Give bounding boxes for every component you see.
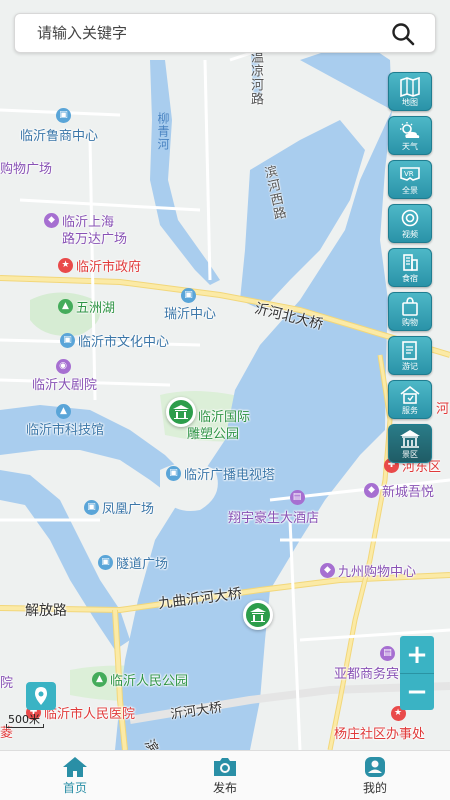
- video-icon: [401, 209, 419, 227]
- nav-mine-label: 我的: [362, 781, 387, 795]
- search-icon[interactable]: [391, 22, 415, 46]
- home-icon: [61, 755, 89, 779]
- tool-lodging[interactable]: 食宿: [388, 248, 432, 287]
- shopping-icon: ◆: [320, 563, 335, 578]
- poi-tv-tower[interactable]: ▣ 临沂广播电视塔: [166, 464, 275, 483]
- bottom-nav: 首页 发布 我的: [0, 750, 450, 800]
- poi-lushang-center[interactable]: ▣ 临沂鲁商中心: [20, 108, 98, 144]
- scenic-marker-jiuqu[interactable]: [243, 600, 273, 630]
- nav-home[interactable]: 首页: [0, 751, 150, 800]
- zoom-out-button[interactable]: −: [400, 673, 434, 710]
- notes-icon: [402, 341, 417, 360]
- nav-home-label: 首页: [62, 781, 87, 795]
- building-icon: ▣: [56, 108, 71, 123]
- poi-science-museum[interactable]: ▲ 临沂市科技馆: [26, 404, 104, 438]
- location-pin-icon: [35, 687, 47, 705]
- poi-howard-johnson-hotel[interactable]: ▤ 翔宇豪生大酒店: [228, 490, 319, 526]
- user-icon: [361, 755, 389, 779]
- map-icon: [400, 77, 420, 97]
- edge-label-he: 河: [436, 402, 450, 417]
- search-input[interactable]: [37, 14, 377, 52]
- vr-icon: VR: [400, 167, 420, 181]
- hotel-icon: [403, 254, 418, 271]
- tool-video[interactable]: 视频: [388, 204, 432, 243]
- poi-ruiyi-center[interactable]: ▣ 瑞沂中心: [164, 288, 216, 322]
- poi-phoenix-square[interactable]: ▣ 凤凰广场: [84, 498, 154, 517]
- poi-wuzhou-lake[interactable]: ▲ 五洲湖: [58, 297, 115, 316]
- poi-wanda-plaza-line2: 路万达广场: [62, 232, 128, 247]
- museum-icon: ▲: [56, 404, 71, 419]
- hotel-icon: ▤: [289, 490, 305, 505]
- nav-mine[interactable]: 我的: [300, 751, 450, 800]
- shopping-icon: ◆: [364, 483, 379, 498]
- tool-panorama[interactable]: VR 全景: [388, 160, 432, 199]
- poi-culture-center[interactable]: ▣ 临沂市文化中心: [60, 331, 169, 350]
- svg-text:VR: VR: [404, 170, 414, 178]
- building-icon: ▣: [98, 555, 113, 570]
- poi-sculpture-park-line2: 雕塑公园: [187, 427, 240, 442]
- zoom-in-button[interactable]: +: [400, 636, 434, 673]
- shopping-icon: ◆: [44, 213, 59, 228]
- locate-button[interactable]: [26, 682, 56, 710]
- park-icon: ▲: [58, 299, 73, 314]
- building-icon: ▣: [84, 500, 99, 515]
- search-bar: [14, 13, 436, 53]
- tower-icon: ▣: [166, 466, 181, 481]
- pavilion-icon: [250, 608, 266, 622]
- side-toolbar: 地图 天气 VR 全景 视频 食宿 购物 游记 服务 景区: [388, 72, 434, 468]
- tool-travel-notes[interactable]: 游记: [388, 336, 432, 375]
- poi-jiuzhou-shopping[interactable]: ◆ 九州购物中心: [320, 561, 416, 580]
- tool-weather[interactable]: 天气: [388, 116, 432, 155]
- service-icon: [400, 385, 420, 404]
- weather-icon: [400, 122, 420, 138]
- poi-grand-theater[interactable]: ◉ 临沂大剧院: [32, 359, 97, 393]
- poi-yangzhuang-office[interactable]: ★ 杨庄社区办事处: [334, 706, 425, 742]
- poi-shopping-plaza[interactable]: 购物广场: [0, 158, 52, 177]
- river-label-liuqing: 柳青河: [156, 112, 170, 151]
- map-view[interactable]: 温凉河路 柳青河 滨河西路 沂河北大桥 解放路 九曲沂河大桥 沂河大桥 河 院 …: [0, 0, 450, 750]
- tool-scenic-spots[interactable]: 景区: [388, 424, 432, 463]
- camera-icon: [211, 755, 239, 779]
- poi-tunnel-square[interactable]: ▣ 隧道广场: [98, 553, 168, 572]
- nav-publish-label: 发布: [212, 781, 237, 795]
- building-icon: ▣: [181, 288, 196, 303]
- scenic-marker-sculpture-park[interactable]: [166, 397, 196, 427]
- government-star-icon: ★: [58, 258, 73, 273]
- road-label-wenliang: 温凉河路: [248, 50, 263, 106]
- edge-label-yuan: 院: [0, 676, 14, 691]
- zoom-control: + −: [400, 636, 434, 710]
- park-icon: ▲: [92, 672, 107, 687]
- road-label-jiefang: 解放路: [25, 603, 67, 619]
- scenic-icon: [400, 430, 420, 448]
- scale-bar: [6, 724, 44, 728]
- tool-map[interactable]: 地图: [388, 72, 432, 111]
- poi-city-government[interactable]: ★ 临沂市政府: [58, 256, 141, 275]
- theater-icon: ◉: [55, 359, 71, 374]
- shopping-icon: [402, 297, 418, 316]
- hotel-icon: ▤: [380, 646, 395, 661]
- tool-shopping[interactable]: 购物: [388, 292, 432, 331]
- poi-xincheng-wuyue[interactable]: ◆ 新城吾悦: [364, 481, 434, 500]
- poi-peoples-park[interactable]: ▲ 临沂人民公园: [92, 670, 188, 689]
- pavilion-icon: [173, 405, 189, 419]
- tool-service[interactable]: 服务: [388, 380, 432, 419]
- nav-publish[interactable]: 发布: [150, 751, 300, 800]
- building-icon: ▣: [60, 333, 75, 348]
